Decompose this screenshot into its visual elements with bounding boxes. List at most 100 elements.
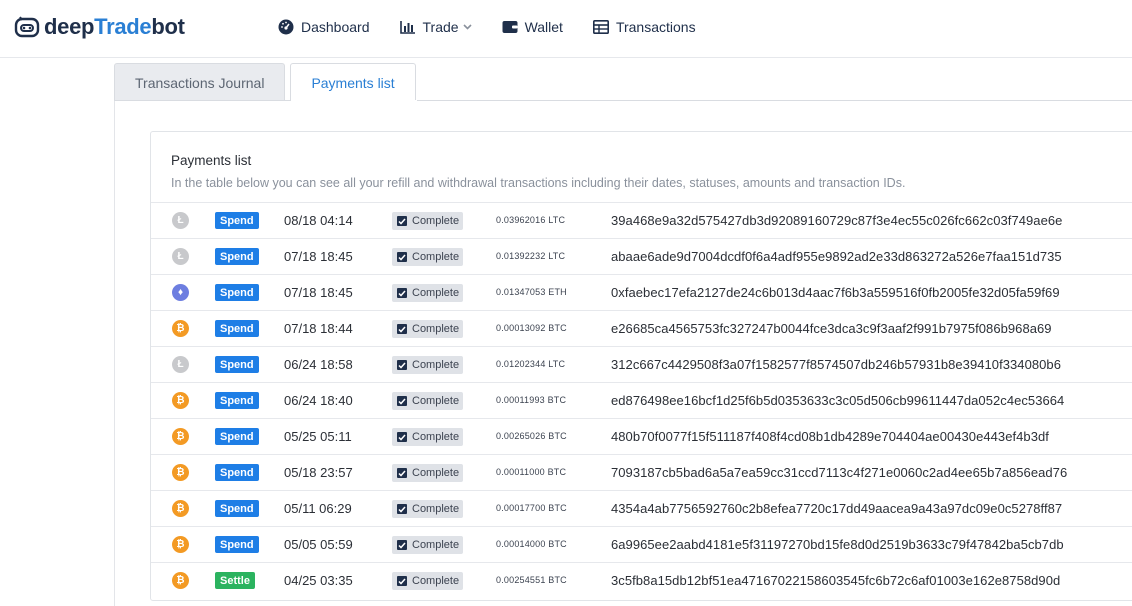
table-row[interactable]: Ł Spend 06/24 18:58 Complete 0.01202344 LTC 3… [151,346,1132,382]
tab-bar: Transactions Journal Payments list [114,63,421,101]
type-badge: Spend [215,392,259,409]
ltc-coin-icon: Ł [172,248,189,265]
nav-transactions-label: Transactions [615,19,696,35]
nav-trade-label: Trade [422,19,459,35]
status-label: Complete [412,431,460,443]
status-label: Complete [412,467,460,479]
amount-cell: 0.01202344 LTC [496,359,566,369]
amount-cell: 0.03962016 LTC [496,215,566,225]
transaction-id[interactable]: 3c5fb8a15db12bf51ea47167022158603545fc6b… [611,573,1060,588]
table-row[interactable]: Ł Spend 08/18 04:14 Complete 0.03962016 LTC 3… [151,202,1132,238]
checkbox-checked-icon [397,288,407,298]
amount-cell: 0.00013092 BTC [496,323,567,333]
ltc-coin-icon: Ł [172,212,189,229]
status-label: Complete [412,359,460,371]
status-badge: Complete [392,392,463,410]
table-row[interactable]: ₿ Spend 05/11 06:29 Complete 0.00017700 BTC 4… [151,490,1132,526]
transaction-id[interactable]: 7093187cb5bad6a5a7ea59cc31ccd7113c4f271e… [611,465,1067,480]
status-label: Complete [412,323,460,335]
tab-payments-list[interactable]: Payments list [290,63,416,101]
card-title: Payments list [171,153,252,168]
transaction-id[interactable]: e26685ca4565753fc327247b0044fce3dca3c9f3… [611,321,1052,336]
status-badge: Complete [392,500,463,518]
robot-icon [14,16,40,38]
brand-logo[interactable]: deepTradebot [14,12,185,42]
payments-card: Payments list In the table below you can… [150,131,1132,601]
transaction-id[interactable]: 480b70f0077f15f511187f408f4cd08b1db4289e… [611,429,1049,444]
transaction-id[interactable]: 0xfaebec17efa2127de24c6b013d4aac7f6b3a55… [611,285,1060,300]
nav-transactions[interactable]: Transactions [592,16,696,38]
status-badge: Complete [392,212,463,230]
status-badge: Complete [392,284,463,302]
btc-coin-icon: ₿ [172,500,189,517]
transaction-id[interactable]: 312c667c4429508f3a07f1582577f8574507db24… [611,357,1061,372]
transaction-id[interactable]: abaae6ade9d7004dcdf0f6a4adf955e9892ad2e3… [611,249,1062,264]
transaction-id[interactable]: 6a9965ee2aabd4181e5f31197270bd15fe8d0d25… [611,537,1064,552]
table-row[interactable]: Ł Spend 07/18 18:45 Complete 0.01392232 LTC a… [151,238,1132,274]
status-badge: Complete [392,248,463,266]
table-row[interactable]: ₿ Spend 06/24 18:40 Complete 0.00011993 BTC e… [151,382,1132,418]
table-row[interactable]: ₿ Spend 05/18 23:57 Complete 0.00011000 BTC 7… [151,454,1132,490]
amount-cell: 0.01392232 LTC [496,251,566,261]
amount-cell: 0.00265026 BTC [496,431,567,441]
status-label: Complete [412,575,460,587]
tab-underline [114,100,1132,101]
table-icon [592,20,609,34]
date-cell: 07/18 18:45 [284,285,353,300]
type-badge: Settle [215,572,255,589]
amount-cell: 0.00011993 BTC [496,395,567,405]
date-cell: 05/18 23:57 [284,465,353,480]
btc-coin-icon: ₿ [172,464,189,481]
table-row[interactable]: ₿ Spend 07/18 18:44 Complete 0.00013092 BTC e… [151,310,1132,346]
content-divider [114,100,115,606]
checkbox-checked-icon [397,216,407,226]
status-label: Complete [412,503,460,515]
dashboard-icon [278,19,294,35]
status-badge: Complete [392,572,463,590]
btc-coin-icon: ₿ [172,428,189,445]
amount-cell: 0.00014000 BTC [496,539,567,549]
status-label: Complete [412,539,460,551]
chart-icon [399,21,415,34]
checkbox-checked-icon [397,504,407,514]
eth-coin-icon: ♦ [172,284,189,301]
btc-coin-icon: ₿ [172,536,189,553]
nav-dashboard[interactable]: Dashboard [278,16,370,38]
table-row[interactable]: ♦ Spend 07/18 18:45 Complete 0.01347053 ETH 0… [151,274,1132,310]
chevron-down-icon [462,24,472,30]
status-badge: Complete [392,356,463,374]
table-row[interactable]: ₿ Spend 05/05 05:59 Complete 0.00014000 BTC 6… [151,526,1132,562]
nav-trade[interactable]: Trade [399,16,472,38]
checkbox-checked-icon [397,576,407,586]
date-cell: 04/25 03:35 [284,573,353,588]
date-cell: 07/18 18:45 [284,249,353,264]
checkbox-checked-icon [397,324,407,334]
date-cell: 05/05 05:59 [284,537,353,552]
checkbox-checked-icon [397,540,407,550]
checkbox-checked-icon [397,432,407,442]
tab-transactions-journal[interactable]: Transactions Journal [114,63,286,101]
type-badge: Spend [215,248,259,265]
checkbox-checked-icon [397,468,407,478]
type-badge: Spend [215,320,259,337]
status-label: Complete [412,215,460,227]
btc-coin-icon: ₿ [172,320,189,337]
date-cell: 05/11 06:29 [284,501,352,516]
amount-cell: 0.00011000 BTC [496,467,567,477]
nav-dashboard-label: Dashboard [301,19,370,35]
payments-table: Ł Spend 08/18 04:14 Complete 0.03962016 LTC 3… [151,202,1132,598]
nav-wallet[interactable]: Wallet [502,16,563,38]
ltc-coin-icon: Ł [172,356,189,373]
checkbox-checked-icon [397,396,407,406]
transaction-id[interactable]: 4354a4ab7756592760c2b8efea7720c17dd49aac… [611,501,1062,516]
main-nav: Dashboard Trade Wallet Transactions [278,16,726,38]
table-row[interactable]: ₿ Spend 05/25 05:11 Complete 0.00265026 BTC 4… [151,418,1132,454]
transaction-id[interactable]: 39a468e9a32d575427db3d92089160729c87f3e4… [611,213,1062,228]
transaction-id[interactable]: ed876498ee16bcf1d25f6b5d0353633c3c05d506… [611,393,1064,408]
type-badge: Spend [215,536,259,553]
table-row[interactable]: ₿ Settle 04/25 03:35 Complete 0.00254551 BTC… [151,562,1132,598]
date-cell: 07/18 18:44 [284,321,353,336]
checkbox-checked-icon [397,252,407,262]
status-label: Complete [412,287,460,299]
status-badge: Complete [392,428,463,446]
